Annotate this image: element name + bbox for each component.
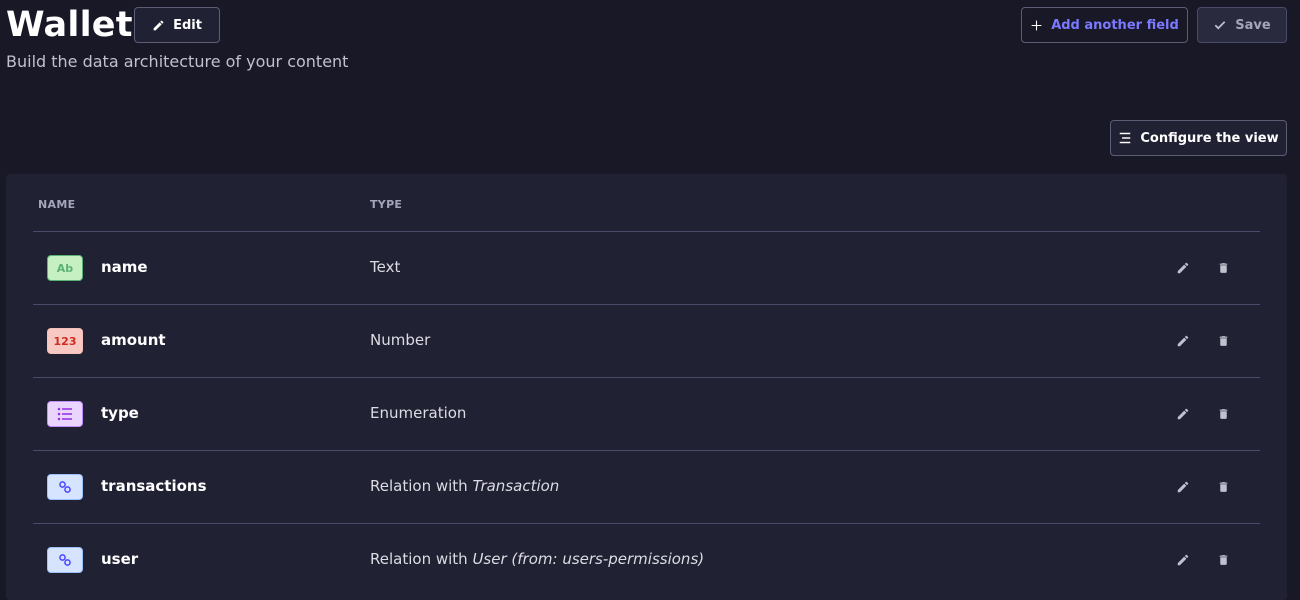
check-icon (1213, 18, 1227, 32)
edit-field-pencil-icon[interactable] (1173, 550, 1193, 570)
pencil-icon (152, 19, 165, 32)
field-name: user (101, 550, 139, 568)
add-another-field-label: Add another field (1051, 17, 1179, 33)
table-row[interactable]: type Enumeration (33, 377, 1260, 451)
edit-field-pencil-icon[interactable] (1173, 477, 1193, 497)
edit-field-pencil-icon[interactable] (1173, 258, 1193, 278)
text-type-icon: Ab (47, 255, 83, 281)
edit-field-pencil-icon[interactable] (1173, 404, 1193, 424)
configure-the-view-button[interactable]: Configure the view (1110, 120, 1287, 156)
table-row[interactable]: user Relation with User (from: users-per… (33, 523, 1260, 597)
table-row[interactable]: 123 amount Number (33, 304, 1260, 378)
delete-field-trash-icon[interactable] (1213, 404, 1233, 424)
field-type: Text (370, 258, 401, 276)
relation-link-icon (47, 474, 83, 500)
add-another-field-button[interactable]: Add another field (1021, 7, 1188, 43)
column-header-type: TYPE (370, 198, 403, 211)
table-row[interactable]: Ab name Text (33, 231, 1260, 305)
field-name: name (101, 258, 148, 276)
field-name: type (101, 404, 139, 422)
table-row[interactable]: transactions Relation with Transaction (33, 450, 1260, 524)
enumeration-list-icon (47, 401, 83, 427)
number-type-icon: 123 (47, 328, 83, 354)
page-subtitle: Build the data architecture of your cont… (6, 52, 349, 71)
delete-field-trash-icon[interactable] (1213, 331, 1233, 351)
field-type: Enumeration (370, 404, 467, 422)
plus-icon (1030, 19, 1043, 32)
delete-field-trash-icon[interactable] (1213, 550, 1233, 570)
field-type: Relation with Transaction (370, 477, 560, 495)
field-name: transactions (101, 477, 207, 495)
edit-button[interactable]: Edit (134, 7, 220, 43)
edit-button-label: Edit (173, 17, 202, 33)
relation-link-icon (47, 547, 83, 573)
field-type: Relation with User (from: users-permissi… (370, 550, 705, 568)
save-button[interactable]: Save (1197, 7, 1287, 43)
content-type-builder-page: Wallet Edit Build the data architecture … (0, 0, 1300, 600)
edit-field-pencil-icon[interactable] (1173, 331, 1193, 351)
layout-lines-icon (1118, 131, 1132, 145)
page-title: Wallet (6, 5, 133, 45)
column-header-name: NAME (38, 198, 76, 211)
field-name: amount (101, 331, 166, 349)
fields-table: NAME TYPE Ab name Text 123 amount Number (6, 174, 1287, 600)
configure-the-view-label: Configure the view (1140, 130, 1279, 146)
delete-field-trash-icon[interactable] (1213, 258, 1233, 278)
save-button-label: Save (1235, 17, 1271, 33)
delete-field-trash-icon[interactable] (1213, 477, 1233, 497)
field-type: Number (370, 331, 431, 349)
